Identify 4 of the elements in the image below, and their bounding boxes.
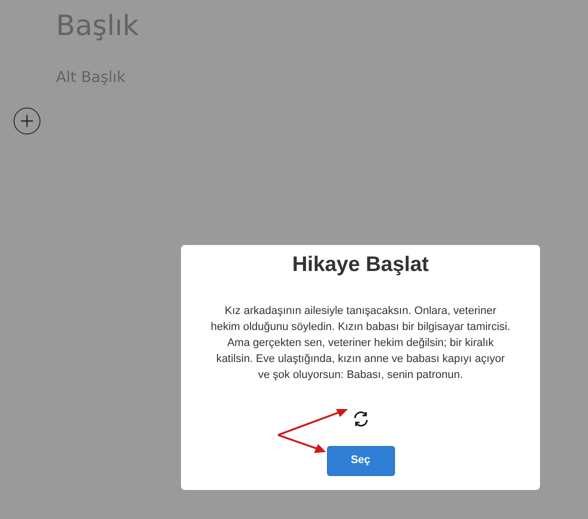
select-button[interactable]: Seç bbox=[326, 446, 394, 476]
add-icon[interactable] bbox=[13, 106, 41, 134]
story-text: Kız arkadaşının ailesiyle tanışacaksın. Onlara, veteriner hekim olduğunu söyledin. Kızın babası bir bilgisayar tamircisi. Ama gerçekten sen, veteriner hekim değilsin; bir kiralık katilsin. Eve ulaştığında, kızın anne ve babası kapıyı açıyor ve şok oluyorsun: Babası, senin patronun. bbox=[210, 304, 510, 382]
modal-title: Hikaye Başlat bbox=[291, 252, 430, 278]
